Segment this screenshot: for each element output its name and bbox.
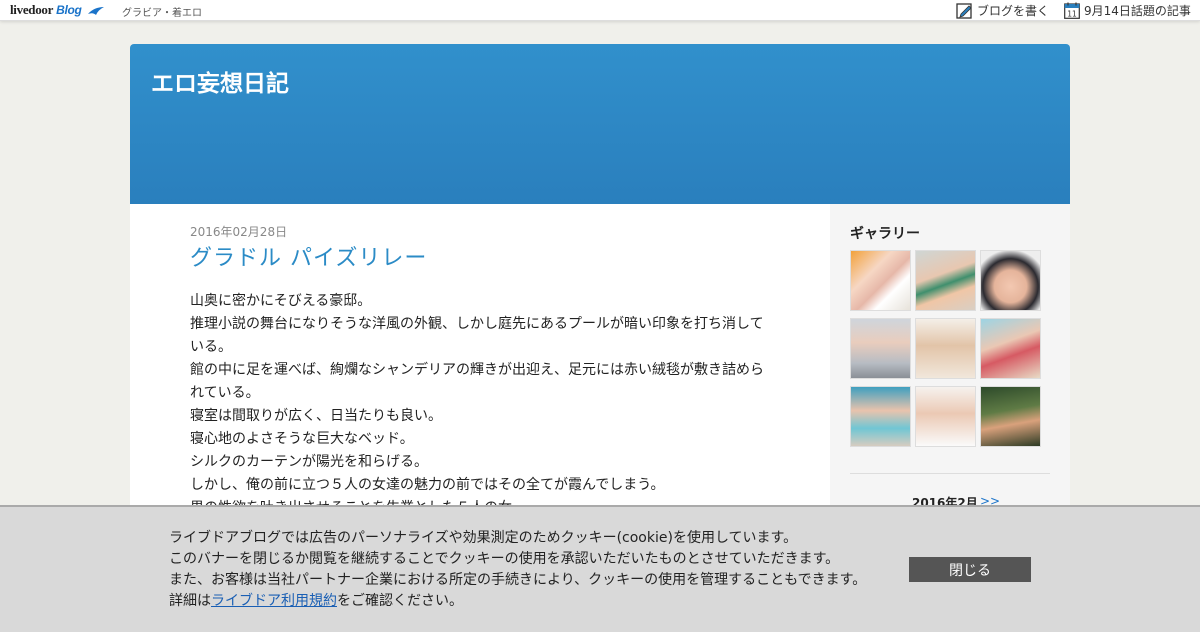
blog-header: エロ妄想日記 [130, 44, 1070, 204]
blog-title[interactable]: エロ妄想日記 [151, 64, 289, 98]
post-line: 推理小説の舞台になりそうな洋風の外観、しかし庭先にあるプールが暗い印象を打ち消し… [190, 316, 764, 355]
gallery-thumbnail[interactable] [915, 250, 976, 311]
post-body: 山奥に密かにそびえる豪邸。 推理小説の舞台になりそうな洋風の外観、しかし庭先にあ… [190, 290, 770, 520]
post-line: 館の中に足を運べば、絢爛なシャンデリアの輝きが出迎え、足元には赤い絨毯が敷き詰め… [190, 362, 764, 401]
topics-link[interactable]: 11 9月14日話題の記事 [1064, 2, 1191, 19]
gallery-thumbnail[interactable] [915, 386, 976, 447]
post-line: 寝室は間取りが広く、日当たりも良い。 [190, 408, 442, 424]
post-line: しかし、俺の前に立つ５人の女達の魅力の前ではその全てが霞んでしまう。 [190, 477, 665, 493]
gallery-heading: ギャラリー [850, 226, 920, 242]
cookie-line: 詳細はライブドア利用規約をご確認ください。 [169, 591, 866, 612]
sidebar-divider [850, 473, 1050, 474]
write-blog-link[interactable]: ブログを書く [956, 2, 1049, 19]
cookie-line: また、お客様は当社パートナー企業における所定の手続きにより、クッキーの使用を管理… [169, 572, 867, 588]
cookie-text: ライブドアブログでは広告のパーソナライズや効果測定のためクッキー(cookie)… [169, 528, 866, 612]
post-title[interactable]: グラドル パイズリレー [190, 240, 427, 272]
post-line: シルクのカーテンが陽光を和らげる。 [190, 454, 428, 470]
logo-text: livedoor [10, 2, 54, 17]
calendar-icon: 11 [1064, 2, 1080, 19]
gallery-thumbnail[interactable] [980, 386, 1041, 447]
write-blog-label: ブログを書く [977, 4, 1050, 18]
post-line: 山奥に密かにそびえる豪邸。 [190, 293, 372, 309]
logo-blog-text: Blog [56, 3, 82, 17]
top-bar: livedoor Blog グラビア・着エロ ブログを書く 11 9月14日話題の… [0, 0, 1200, 21]
gallery-thumbnail[interactable] [980, 250, 1041, 311]
cookie-details-suffix: をご確認ください。 [337, 593, 463, 609]
cookie-line: ライブドアブログでは広告のパーソナライズや効果測定のためクッキー(cookie)… [169, 530, 798, 546]
post-date: 2016年02月28日 [190, 225, 288, 239]
gallery-thumbnail[interactable] [850, 386, 911, 447]
gallery-thumbnail[interactable] [850, 318, 911, 379]
gallery-grid [850, 250, 1045, 447]
blog-category-link[interactable]: グラビア・着エロ [122, 4, 202, 19]
livedoor-blog-logo[interactable]: livedoor Blog [10, 2, 105, 18]
cookie-details-prefix: 詳細は [169, 593, 211, 609]
pencil-icon [956, 2, 972, 19]
post-line: 寝心地のよさそうな巨大なベッド。 [190, 431, 414, 447]
logo-bird-icon [87, 7, 104, 16]
terms-link[interactable]: ライブドア利用規約 [211, 593, 337, 609]
topics-label: 9月14日話題の記事 [1084, 4, 1191, 18]
gallery-thumbnail[interactable] [980, 318, 1041, 379]
cookie-close-button[interactable]: 閉じる [909, 557, 1031, 582]
gallery-thumbnail[interactable] [915, 318, 976, 379]
cookie-banner: ライブドアブログでは広告のパーソナライズや効果測定のためクッキー(cookie)… [0, 505, 1200, 632]
calendar-day: 11 [1067, 10, 1077, 19]
cookie-line: このバナーを閉じるか閲覧を継続することでクッキーの使用を承認いただいたものとさせ… [169, 551, 840, 567]
gallery-thumbnail[interactable] [850, 250, 911, 311]
